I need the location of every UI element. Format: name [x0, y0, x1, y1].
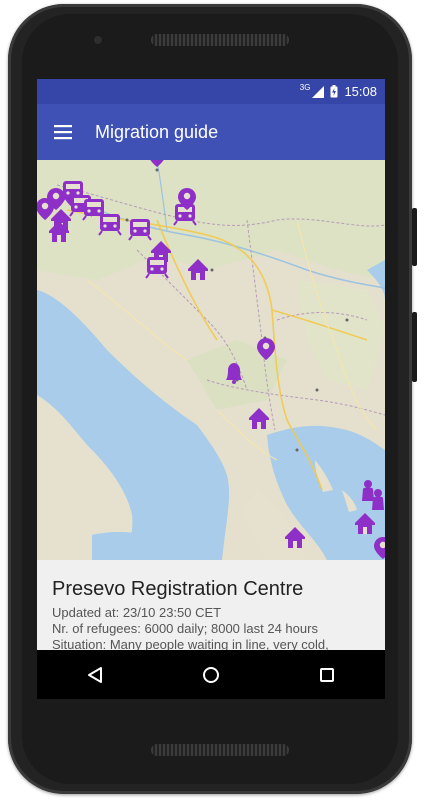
status-bar: 3G 15:08	[37, 79, 385, 104]
location-title: Presevo Registration Centre	[52, 578, 304, 600]
earpiece-speaker	[151, 34, 289, 46]
signal-icon	[312, 85, 325, 98]
recents-square-icon	[320, 667, 334, 682]
system-navigation-bar	[37, 650, 385, 699]
back-button[interactable]	[65, 650, 125, 699]
map-view[interactable]	[37, 160, 385, 560]
refugee-count-text: Nr. of refugees: 6000 daily; 8000 last 2…	[52, 621, 318, 636]
city-dot	[345, 318, 349, 322]
city-dot	[315, 388, 319, 392]
app-bar: Migration guide	[37, 104, 385, 160]
location-detail-panel[interactable]: Presevo Registration Centre Updated at: …	[37, 560, 385, 650]
map-canvas[interactable]	[37, 160, 385, 560]
ionian-sea	[92, 532, 162, 560]
power-button	[412, 208, 417, 266]
network-type-label: 3G	[299, 83, 311, 92]
front-camera	[92, 34, 104, 46]
volume-button	[412, 312, 417, 382]
home-button[interactable]	[181, 650, 241, 699]
situation-text: Situation: Many people waiting in line, …	[52, 637, 329, 650]
back-triangle-icon	[88, 666, 102, 683]
battery-icon	[330, 85, 338, 98]
city-dot	[295, 448, 299, 452]
city-dot	[125, 218, 129, 222]
screen: 3G 15:08 Migration guide Presevo Registr…	[37, 79, 385, 699]
hamburger-menu-icon	[54, 125, 72, 140]
recents-button[interactable]	[297, 650, 357, 699]
forest-region	[37, 160, 385, 280]
home-circle-icon	[203, 666, 219, 683]
clock: 15:08	[344, 84, 377, 99]
city-dot	[210, 268, 214, 272]
menu-button[interactable]	[37, 104, 89, 160]
city-dot	[155, 168, 159, 172]
updated-at-text: Updated at: 23/10 23:50 CET	[52, 605, 222, 620]
bottom-speaker	[151, 744, 289, 756]
app-title: Migration guide	[95, 121, 219, 142]
